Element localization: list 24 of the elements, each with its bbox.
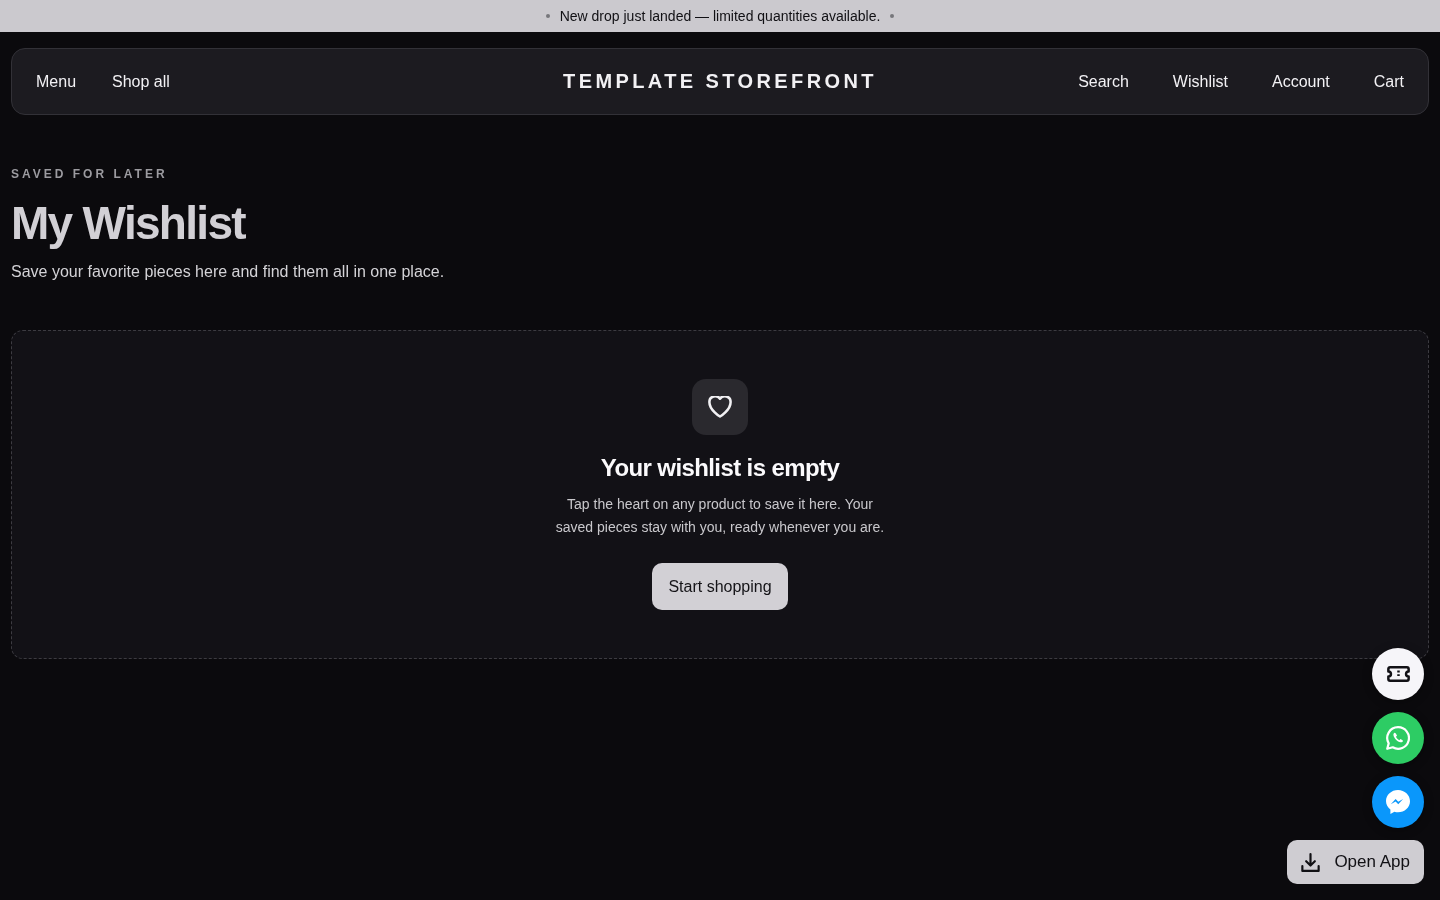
open-app-button[interactable]: Open App	[1287, 840, 1424, 884]
eyebrow-label: SAVED FOR LATER	[11, 167, 169, 181]
announcement-text: New drop just landed — limited quantities available.	[559, 8, 881, 24]
nav-link[interactable]: Cart	[1373, 72, 1404, 91]
page-subtitle: Save your favorite pieces here and find them all in one place.	[11, 262, 446, 282]
empty-state-title: Your wishlist is empty	[600, 453, 840, 483]
nav-link[interactable]: Menu	[36, 72, 77, 91]
nav-link[interactable]: Search	[1078, 72, 1129, 91]
download-icon	[1301, 852, 1321, 872]
phone-chat-button[interactable]	[1372, 712, 1424, 764]
nav-link[interactable]: Wishlist	[1172, 72, 1228, 91]
phone-bubble-icon	[1386, 726, 1410, 750]
nav-link[interactable]: Shop all	[112, 72, 170, 91]
page-title: My Wishlist	[11, 196, 247, 251]
dot-icon	[545, 14, 550, 18]
empty-state-message: Tap the heart on any product to save it here. Your saved pieces stay with you, ready whenever you are.	[554, 495, 886, 537]
nav-link[interactable]: Account	[1271, 72, 1330, 91]
ticket-button[interactable]	[1372, 648, 1424, 700]
ticket-icon	[1386, 666, 1410, 682]
lightning-bubble-icon	[1386, 790, 1410, 814]
chat-button[interactable]	[1372, 776, 1424, 828]
store-name-link[interactable]: TEMPLATE STOREFRONT	[563, 70, 877, 93]
start-shopping-button[interactable]: Start shopping	[652, 563, 788, 610]
dot-icon	[890, 14, 895, 18]
